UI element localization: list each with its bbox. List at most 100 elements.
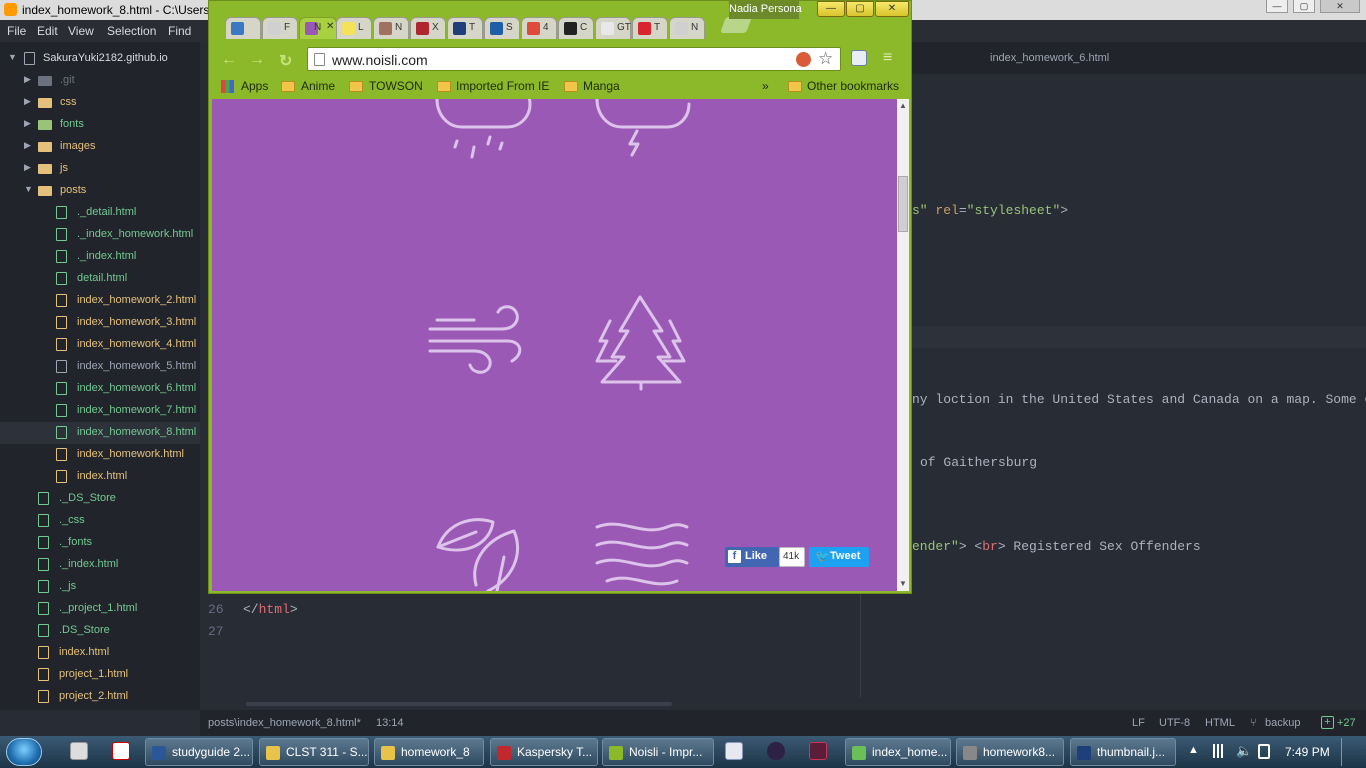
menu-view[interactable]: View — [68, 24, 94, 38]
minimize-button[interactable]: — — [1266, 0, 1288, 13]
taskbar-indesign-icon[interactable] — [809, 742, 827, 760]
menu-edit[interactable]: Edit — [37, 24, 58, 38]
code-right-3[interactable]: of Gaithersburg — [920, 455, 1037, 470]
tree-file[interactable]: index.html — [0, 466, 200, 488]
browser-tab[interactable]: F — [262, 17, 298, 39]
shield-extension-icon[interactable] — [851, 50, 867, 66]
tree-folder[interactable]: ▶ css — [0, 92, 200, 114]
facebook-like-button[interactable]: f Like — [725, 547, 779, 567]
code-right-2[interactable]: ny loction in the United States and Cana… — [912, 392, 1366, 407]
taskbar-window-button[interactable]: homework_8 — [374, 738, 484, 766]
leaves-icon[interactable] — [436, 518, 520, 591]
menu-file[interactable]: File — [7, 24, 26, 38]
star-icon[interactable]: ☆ — [818, 49, 833, 69]
clock[interactable]: 7:49 PM — [1285, 745, 1330, 759]
tree-file[interactable]: index_homework_7.html — [0, 400, 200, 422]
bookmarks-overflow-button[interactable]: » — [762, 79, 769, 93]
chevron-down-icon[interactable]: ▼ — [24, 184, 33, 194]
scroll-up-arrow-icon[interactable]: ▲ — [899, 101, 907, 110]
close-button[interactable]: ✕ — [1320, 0, 1360, 13]
browser-minimize-button[interactable]: — — [817, 1, 845, 17]
tree-file[interactable]: project_2.html — [0, 686, 200, 708]
tree-file[interactable]: index_homework_6.html — [0, 378, 200, 400]
tree-file[interactable]: ._DS_Store — [0, 488, 200, 510]
browser-tab[interactable]: N — [669, 17, 705, 39]
tree-file[interactable]: ._detail.html — [0, 202, 200, 224]
tree-folder[interactable]: ▶ images — [0, 136, 200, 158]
browser-tab[interactable]: C — [558, 17, 594, 39]
scrollbar-thumb[interactable] — [898, 176, 908, 232]
chevron-right-icon[interactable]: ▶ — [24, 140, 31, 151]
scroll-down-arrow-icon[interactable]: ▼ — [899, 579, 907, 588]
url-text[interactable]: www.noisli.com — [332, 52, 428, 68]
bookmark-towson[interactable]: TOWSON — [369, 79, 423, 93]
new-tab-button[interactable] — [720, 17, 752, 33]
tree-file[interactable]: ._project_1.html — [0, 598, 200, 620]
bookmark-manga[interactable]: Manga — [583, 79, 620, 93]
back-icon[interactable]: ← — [221, 51, 237, 69]
code-right-4[interactable]: ender"> <br> Registered Sex Offenders — [912, 539, 1201, 554]
show-desktop-button[interactable] — [1341, 738, 1365, 766]
horizontal-scrollbar[interactable] — [246, 702, 672, 706]
status-file-path[interactable]: posts\index_homework_8.html* — [208, 717, 361, 729]
taskbar-window-button[interactable]: index_home... — [845, 738, 951, 766]
signal-icon[interactable] — [1210, 744, 1226, 758]
status-git-diff[interactable]: +27 — [1337, 717, 1356, 729]
status-grammar[interactable]: HTML — [1205, 717, 1235, 729]
tree-file[interactable]: ._index.html — [0, 246, 200, 268]
tree-file[interactable]: index_homework_2.html — [0, 290, 200, 312]
tree-file[interactable]: ._fonts — [0, 532, 200, 554]
code-line-26[interactable]: </html> — [243, 602, 298, 617]
tab-index-homework-6[interactable]: index_homework_6.html — [990, 52, 1109, 64]
reload-icon[interactable]: ↻ — [279, 51, 292, 71]
menu-selection[interactable]: Selection — [107, 24, 156, 38]
browser-tab[interactable]: T — [447, 17, 483, 39]
volume-icon[interactable]: 🔈 — [1236, 743, 1252, 759]
browser-tab[interactable]: N — [373, 17, 409, 39]
taskbar-window-button[interactable]: homework8... — [956, 738, 1064, 766]
chevron-right-icon[interactable]: ▶ — [24, 162, 31, 173]
bookmark-other-bookmarks[interactable]: Other bookmarks — [807, 79, 899, 93]
profile-badge[interactable]: Nadia Persona — [729, 1, 802, 19]
browser-tab[interactable]: X — [410, 17, 446, 39]
tree-file[interactable]: index_homework_3.html — [0, 312, 200, 334]
taskbar-pinned-app-icon[interactable] — [70, 742, 88, 760]
status-encoding[interactable]: UTF-8 — [1159, 717, 1190, 729]
tree-file[interactable]: index_homework_4.html — [0, 334, 200, 356]
tree-file[interactable]: .DS_Store — [0, 620, 200, 642]
bookmark-anime[interactable]: Anime — [301, 79, 335, 93]
project-root[interactable]: ▼ SakuraYuki2182.github.io — [0, 48, 200, 70]
tree-file[interactable]: index_homework_5.html — [0, 356, 200, 378]
thunderstorm-icon[interactable] — [595, 99, 691, 157]
page-scrollbar[interactable]: ▲ ▼ — [897, 99, 909, 591]
tree-file[interactable]: ._index_homework.html — [0, 224, 200, 246]
status-git-branch[interactable]: backup — [1265, 717, 1300, 729]
chevron-right-icon[interactable]: ▶ — [24, 74, 31, 85]
tree-folder[interactable]: ▶ .git — [0, 70, 200, 92]
tweet-button[interactable]: 🐦 Tweet — [809, 547, 869, 567]
tree-file[interactable]: ._index.html — [0, 554, 200, 576]
tree-file[interactable]: detail.html — [0, 268, 200, 290]
tree-folder[interactable]: ▶ fonts — [0, 114, 200, 136]
browser-maximize-button[interactable]: ▢ — [846, 1, 874, 17]
menu-find[interactable]: Find — [168, 24, 191, 38]
bookmark-apps[interactable]: Apps — [241, 79, 268, 93]
browser-tab[interactable]: 4 — [521, 17, 557, 39]
taskbar-window-button[interactable]: CLST 311 - S... — [259, 738, 369, 766]
browser-tab[interactable] — [225, 17, 261, 39]
code-right-1[interactable]: s" rel="stylesheet"> — [912, 203, 1068, 218]
taskbar-window-button[interactable]: thumbnail.j... — [1070, 738, 1176, 766]
tab-close-icon[interactable]: ✕ — [326, 21, 334, 32]
rain-icon[interactable] — [435, 99, 532, 159]
blocked-extension-icon[interactable] — [796, 52, 811, 67]
status-line-ending[interactable]: LF — [1132, 717, 1145, 729]
battery-icon[interactable] — [1258, 744, 1270, 759]
waves-icon[interactable] — [595, 522, 689, 586]
browser-tab[interactable]: L — [336, 17, 372, 39]
taskbar-pdf-icon[interactable] — [112, 742, 130, 760]
browser-tab[interactable]: GT L — [595, 17, 639, 39]
chevron-right-icon[interactable]: ▶ — [24, 96, 31, 107]
browser-tab[interactable]: T — [632, 17, 668, 39]
forest-icon[interactable] — [595, 295, 686, 391]
maximize-button[interactable]: ▢ — [1293, 0, 1315, 13]
